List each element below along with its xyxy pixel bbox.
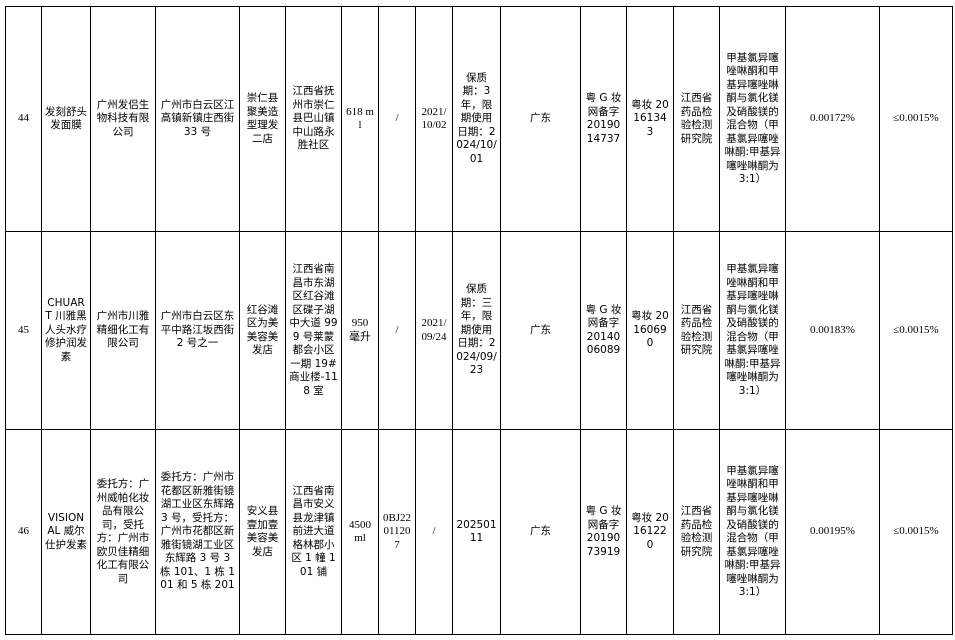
batch-number: / xyxy=(378,6,416,232)
sampled-unit: 红谷滩区为美美容美发店 xyxy=(239,231,286,430)
batch-number: 0BJ22011207 xyxy=(378,429,416,635)
manufacturer: 广州市川雅精细化工有限公司 xyxy=(90,231,156,430)
manufacturer-address: 委托方：广州市花都区新雅街镜湖工业区东辉路 3 号，受托方：广州市花都区新雅街镜… xyxy=(155,429,240,635)
province: 广东 xyxy=(500,6,581,232)
standard-limit: ≤0.0015% xyxy=(879,231,953,430)
expiry: 保质期：3 年，限期使用日期：2024/10/01 xyxy=(452,6,501,232)
sampled-unit: 崇仁县聚美造型理发二店 xyxy=(239,6,286,232)
test-item: 甲基氯异噻唑啉酮和甲基异噻唑啉酮与氯化镁及硝酸镁的混合物（甲基氯异噻唑啉酮:甲基… xyxy=(719,429,786,635)
test-result: 0.00172% xyxy=(785,6,880,232)
unqualified-cosmetics-table: 44 发刻舒头发面膜 广州发侣生物科技有限公司 广州市白云区江高镇新镇庄西街 3… xyxy=(5,6,953,635)
test-item: 甲基氯异噻唑啉酮和甲基异噻唑啉酮与氯化镁及硝酸镁的混合物（甲基氯异噻唑啉酮:甲基… xyxy=(719,231,786,430)
standard-limit: ≤0.0015% xyxy=(879,6,953,232)
filing-number: 粤 G 妆网备字 2014006089 xyxy=(580,231,627,430)
filing-number: 粤 G 妆网备字 2019073919 xyxy=(580,429,627,635)
row-number: 46 xyxy=(5,429,42,635)
sampled-unit-address: 江西省南昌市东湖区红谷滩区碟子湖中大道 999 号莱蒙都会小区一期 19#商业楼… xyxy=(285,231,342,430)
sampled-unit-address: 江西省抚州市崇仁县巴山镇中山路永胜社区 xyxy=(285,6,342,232)
batch-number: / xyxy=(378,231,416,430)
license-number: 粤妆 20161220 xyxy=(626,429,674,635)
standard-limit: ≤0.0015% xyxy=(879,429,953,635)
row-number: 45 xyxy=(5,231,42,430)
row-number: 44 xyxy=(5,6,42,232)
production-date: / xyxy=(415,429,453,635)
production-date: 2021/09/24 xyxy=(415,231,453,430)
test-result: 0.00183% xyxy=(785,231,880,430)
license-number: 粤妆 20160690 xyxy=(626,231,674,430)
test-institution: 江西省药品检验检测研究院 xyxy=(673,6,720,232)
filing-number: 粤 G 妆网备字 2019014737 xyxy=(580,6,627,232)
product-name: CHUART 川雅黑人头水疗修护润发素 xyxy=(41,231,91,430)
product-name: VISIONAL 威尔仕护发素 xyxy=(41,429,91,635)
production-date: 2021/10/02 xyxy=(415,6,453,232)
province: 广东 xyxy=(500,231,581,430)
test-institution: 江西省药品检验检测研究院 xyxy=(673,429,720,635)
specification: 4500 ml xyxy=(341,429,379,635)
manufacturer-address: 广州市白云区江高镇新镇庄西街 33 号 xyxy=(155,6,240,232)
specification: 618 ml xyxy=(341,6,379,232)
sampled-unit-address: 江西省南昌市安义县龙津镇前进大道格林郡小区 1 幢 101 铺 xyxy=(285,429,342,635)
test-item: 甲基氯异噻唑啉酮和甲基异噻唑啉酮与氯化镁及硝酸镁的混合物（甲基氯异噻唑啉酮:甲基… xyxy=(719,6,786,232)
table-row: 45 CHUART 川雅黑人头水疗修护润发素 广州市川雅精细化工有限公司 广州市… xyxy=(5,231,953,430)
manufacturer: 委托方：广州威帕化妆品有限公司，受托方：广州市欧贝佳精细化工有限公司 xyxy=(90,429,156,635)
table-row: 44 发刻舒头发面膜 广州发侣生物科技有限公司 广州市白云区江高镇新镇庄西街 3… xyxy=(5,6,953,232)
table-row: 46 VISIONAL 威尔仕护发素 委托方：广州威帕化妆品有限公司，受托方：广… xyxy=(5,429,953,635)
license-number: 粤妆 20161343 xyxy=(626,6,674,232)
sampled-unit: 安义县壹加壹美容美发店 xyxy=(239,429,286,635)
specification: 950 毫升 xyxy=(341,231,379,430)
expiry: 20250111 xyxy=(452,429,501,635)
test-result: 0.00195% xyxy=(785,429,880,635)
expiry: 保质期：三年，限期使用日期：2024/09/23 xyxy=(452,231,501,430)
manufacturer: 广州发侣生物科技有限公司 xyxy=(90,6,156,232)
product-name: 发刻舒头发面膜 xyxy=(41,6,91,232)
province: 广东 xyxy=(500,429,581,635)
manufacturer-address: 广州市白云区东平中路江坂西街 2 号之一 xyxy=(155,231,240,430)
test-institution: 江西省药品检验检测研究院 xyxy=(673,231,720,430)
